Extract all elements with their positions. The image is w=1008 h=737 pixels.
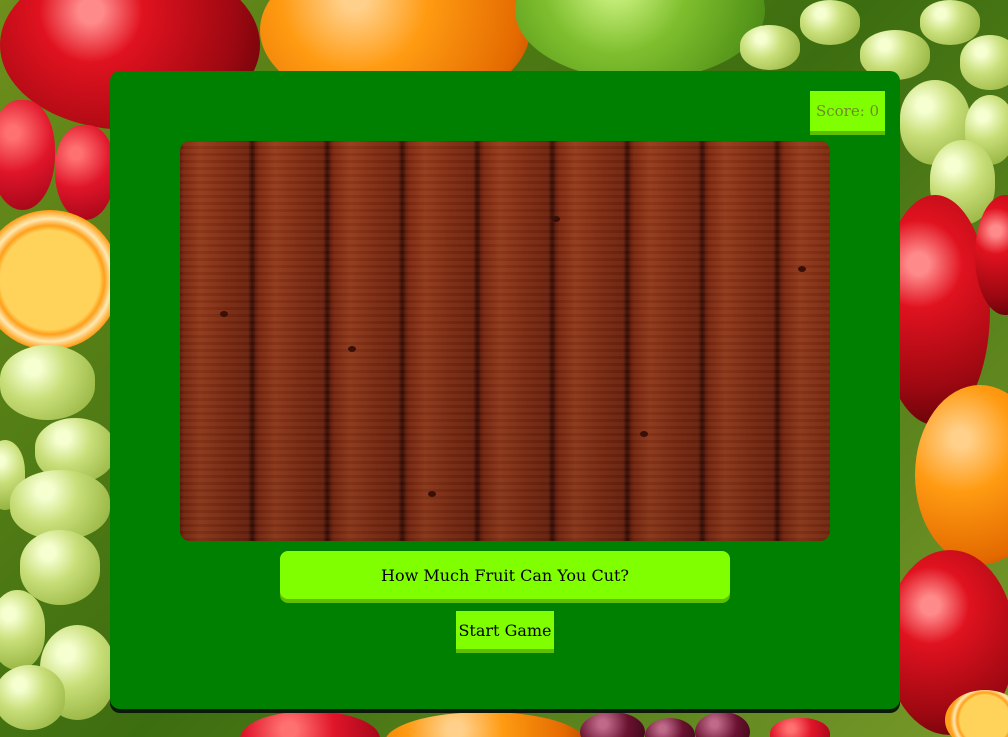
wood-knot (798, 266, 806, 272)
start-game-button[interactable]: Start Game (456, 611, 554, 649)
wood-knot (640, 431, 648, 437)
game-title: How Much Fruit Can You Cut? (280, 551, 730, 599)
grape-icon (800, 0, 860, 45)
strawberry-icon (55, 125, 115, 220)
strawberry-icon (240, 712, 380, 737)
grape-icon (0, 590, 45, 670)
score-display: Score: 0 (810, 91, 885, 131)
wood-texture (180, 141, 830, 541)
strawberry-icon (0, 100, 55, 210)
wood-knot (552, 216, 560, 222)
green-apple-icon (515, 0, 765, 80)
grape-icon (580, 712, 645, 737)
grape-icon (0, 665, 65, 730)
wood-knot (348, 346, 356, 352)
strawberry-icon (770, 718, 830, 737)
wood-knot (220, 311, 228, 317)
orange-slice-icon (0, 210, 120, 350)
game-panel: Score: 0 How Much Fruit Can You Cut? Sta… (110, 71, 900, 709)
grape-icon (645, 718, 695, 737)
wood-knot (428, 491, 436, 497)
grape-icon (740, 25, 800, 70)
grape-icon (920, 0, 980, 45)
orange-icon (385, 712, 585, 737)
grape-icon (695, 712, 750, 737)
grape-icon (960, 35, 1008, 90)
grape-icon (0, 345, 95, 420)
grape-icon (20, 530, 100, 605)
game-board[interactable] (180, 141, 830, 541)
